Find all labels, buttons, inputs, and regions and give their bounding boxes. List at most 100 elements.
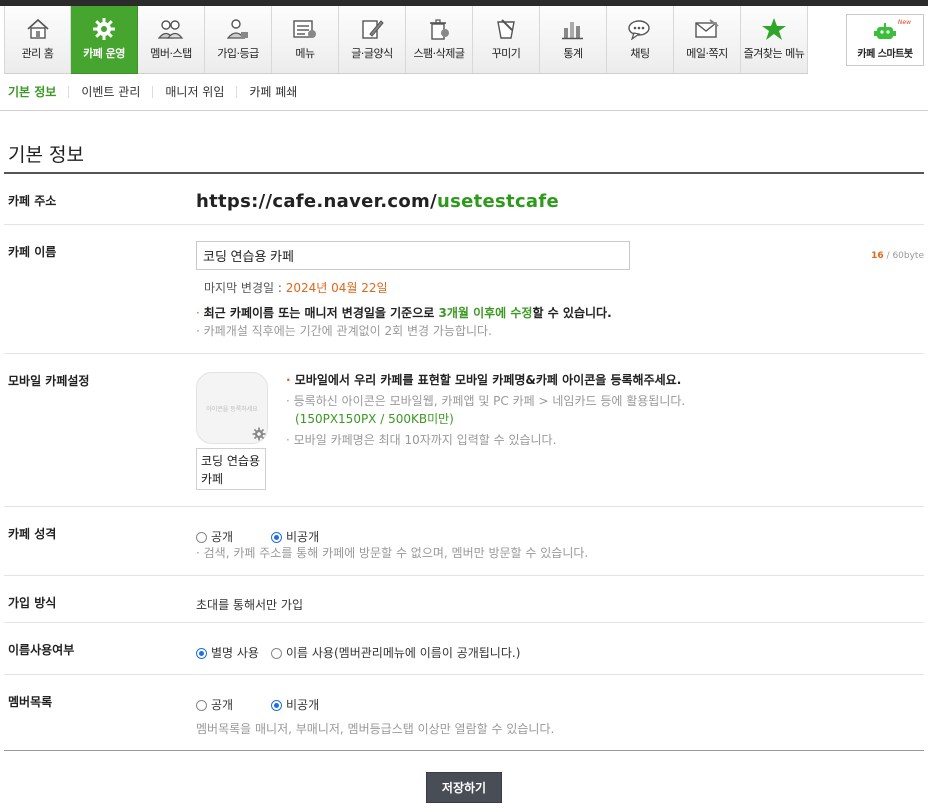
cafe-type-note: 검색, 카페 주소를 통해 카페에 방문할 수 없으며, 멤버만 방문할 수 있…	[196, 544, 589, 561]
cafe-type-private[interactable]: 비공개	[271, 528, 319, 545]
home-icon	[24, 16, 52, 42]
nav-join-grade[interactable]: 가입·등급	[205, 6, 272, 74]
cafe-name-label: 카페 이름	[8, 245, 57, 259]
url-id: usetestcafe	[436, 191, 560, 212]
radio-member-private[interactable]	[271, 700, 282, 711]
admin-top-nav: 관리 홈 카페 운영 멤버·스탭 가입·등급 메뉴 글·글양식 스팸·삭제글 꾸…	[4, 6, 928, 74]
row-join-method: 가입 방식 초대를 통해서만 가입	[4, 576, 924, 623]
mobile-note-usage: 등록하신 아이콘은 모바일웹, 카페앱 및 PC 카페 > 네임카드 등에 활용…	[286, 392, 686, 409]
paint-icon	[492, 16, 520, 42]
nav-mail-note[interactable]: 메일·쪽지	[674, 6, 741, 74]
name-change-note: 카페개설 직후에는 기간에 관계없이 2회 변경 가능합니다.	[196, 322, 492, 339]
mobile-setting-label: 모바일 카페설정	[8, 374, 90, 388]
icon-settings-icon[interactable]	[252, 427, 266, 444]
last-changed-label: 마지막 변경일 :	[204, 281, 286, 295]
nav-label: 즐겨찾는 메뉴	[743, 47, 805, 60]
nav-decorate[interactable]: 꾸미기	[473, 6, 540, 74]
cafe-url[interactable]: https://cafe.naver.com/usetestcafe	[196, 191, 559, 212]
row-cafe-type: 카페 성격 공개 비공개 검색, 카페 주소를 통해 카페에 방문할 수 없으며…	[4, 507, 924, 576]
page-title: 기본 정보	[8, 144, 84, 166]
radio-public[interactable]	[196, 532, 207, 543]
cafe-smartbot-button[interactable]: New 카페 스마트봇	[846, 14, 924, 66]
private-label: 비공개	[286, 530, 320, 544]
cafe-name-input[interactable]	[196, 241, 630, 270]
row-member-list: 멤버목록 공개 비공개 멤버목록을 매니저, 부매니저, 멤버등급스탭 이상만 …	[4, 675, 924, 750]
new-badge: New	[897, 19, 911, 26]
join-method-label: 가입 방식	[8, 596, 57, 610]
nav-label: 글·글양식	[351, 47, 393, 60]
public-label: 공개	[211, 530, 234, 544]
nav-label: 메뉴	[295, 47, 315, 60]
member-public-label: 공개	[211, 698, 234, 712]
save-button[interactable]: 저장하기	[426, 772, 502, 803]
cafe-type-label: 카페 성격	[8, 527, 57, 541]
tab-event-management[interactable]: 이벤트 관리	[68, 86, 152, 98]
nav-menu[interactable]: 메뉴	[272, 6, 339, 74]
row-cafe-address: 카페 주소 https://cafe.naver.com/usetestcafe	[4, 174, 924, 225]
member-list-private[interactable]: 비공개	[271, 696, 319, 713]
realname-label: 이름 사용(멤버관리메뉴에 이름이 공개됩니다.)	[286, 646, 521, 660]
name-usage-realname[interactable]: 이름 사용(멤버관리메뉴에 이름이 공개됩니다.)	[271, 644, 520, 661]
nav-label: 메일·쪽지	[686, 47, 728, 60]
nav-label: 통계	[563, 47, 583, 60]
write-icon	[358, 16, 386, 42]
nav-label: 채팅	[630, 47, 650, 60]
radio-nickname[interactable]	[196, 648, 207, 659]
member-list-public[interactable]: 공개	[196, 696, 233, 713]
tab-cafe-close[interactable]: 카페 폐쇄	[236, 86, 309, 98]
url-prefix: https://cafe.naver.com/	[196, 191, 437, 212]
nav-label: 관리 홈	[21, 47, 54, 60]
nav-posts-templates[interactable]: 글·글양식	[339, 6, 406, 74]
radio-private[interactable]	[271, 532, 282, 543]
nickname-label: 별명 사용	[211, 646, 259, 660]
mobile-cafe-name[interactable]: 코딩 연습용 카페	[196, 448, 266, 490]
nav-label: 카페 운영	[83, 47, 125, 60]
radio-member-public[interactable]	[196, 700, 207, 711]
name-usage-label: 이름사용여부	[8, 643, 75, 657]
nav-chat[interactable]: 채팅	[607, 6, 674, 74]
icon-placeholder: 아이콘을 등록하세요	[206, 405, 258, 413]
join-icon	[224, 16, 252, 42]
tab-basic-info[interactable]: 기본 정보	[0, 86, 68, 98]
note-green: 3개월 이후에 수정	[438, 306, 533, 320]
nav-stats[interactable]: 통계	[540, 6, 607, 74]
cafe-address-label: 카페 주소	[8, 194, 57, 208]
name-change-rule: 최근 카페이름 또는 매니저 변경일을 기준으로 3개월 이후에 수정할 수 있…	[196, 304, 612, 321]
byte-used: 16	[871, 251, 884, 261]
row-name-usage: 이름사용여부 별명 사용 이름 사용(멤버관리메뉴에 이름이 공개됩니다.)	[4, 623, 924, 675]
star-icon	[760, 16, 788, 42]
member-list-note: 멤버목록을 매니저, 부매니저, 멤버등급스탭 이상만 열람할 수 있습니다.	[196, 722, 555, 736]
smartbot-label: 카페 스마트봇	[857, 49, 913, 60]
byte-max: / 60byte	[883, 251, 924, 261]
mail-icon	[693, 16, 721, 42]
sub-nav: 기본 정보 이벤트 관리 매니저 위임 카페 폐쇄	[0, 74, 928, 111]
nav-spam-deleted[interactable]: 스팸·삭제글	[406, 6, 473, 74]
row-mobile-setting: 모바일 카페설정 아이콘을 등록하세요 코딩 연습용 카페 모바일에서 우리 카…	[4, 354, 924, 507]
nav-favorite-menu[interactable]: 즐겨찾는 메뉴	[741, 6, 808, 74]
cafe-type-public[interactable]: 공개	[196, 528, 233, 545]
last-changed: 마지막 변경일 : 2024년 04월 22일	[204, 279, 388, 296]
nav-admin-home[interactable]: 관리 홈	[4, 6, 71, 74]
robot-icon: New	[871, 19, 911, 43]
bottom-divider	[4, 750, 924, 751]
last-changed-date: 2024년 04월 22일	[285, 281, 388, 295]
member-private-label: 비공개	[286, 698, 320, 712]
note-post: 할 수 있습니다.	[532, 306, 612, 320]
name-usage-nickname[interactable]: 별명 사용	[196, 644, 259, 661]
byte-counter: 16 / 60byte	[871, 251, 924, 261]
row-cafe-name: 카페 이름 16 / 60byte 마지막 변경일 : 2024년 04월 22…	[4, 225, 924, 354]
nav-label: 가입·등급	[217, 47, 259, 60]
mobile-note-length: 모바일 카페명은 최대 10자까지 입력할 수 있습니다.	[286, 431, 557, 448]
nav-members-staff[interactable]: 멤버·스탭	[138, 6, 205, 74]
nav-cafe-operation[interactable]: 카페 운영	[71, 6, 138, 74]
tab-manager-delegation[interactable]: 매니저 위임	[152, 86, 236, 98]
mobile-note-size: (150PX150PX / 500KB미만)	[295, 412, 454, 426]
gear-icon	[90, 16, 118, 42]
stats-icon	[559, 16, 587, 42]
join-method-value: 초대를 통해서만 가입	[196, 598, 303, 612]
nav-label: 스팸·삭제글	[413, 47, 465, 60]
mobile-note-register: 모바일에서 우리 카페를 표현할 모바일 카페명&카페 아이콘을 등록해주세요.	[286, 371, 682, 388]
radio-realname[interactable]	[271, 648, 282, 659]
menu-icon	[291, 16, 319, 42]
note-pre: 최근 카페이름 또는 매니저 변경일을 기준으로	[203, 306, 439, 320]
